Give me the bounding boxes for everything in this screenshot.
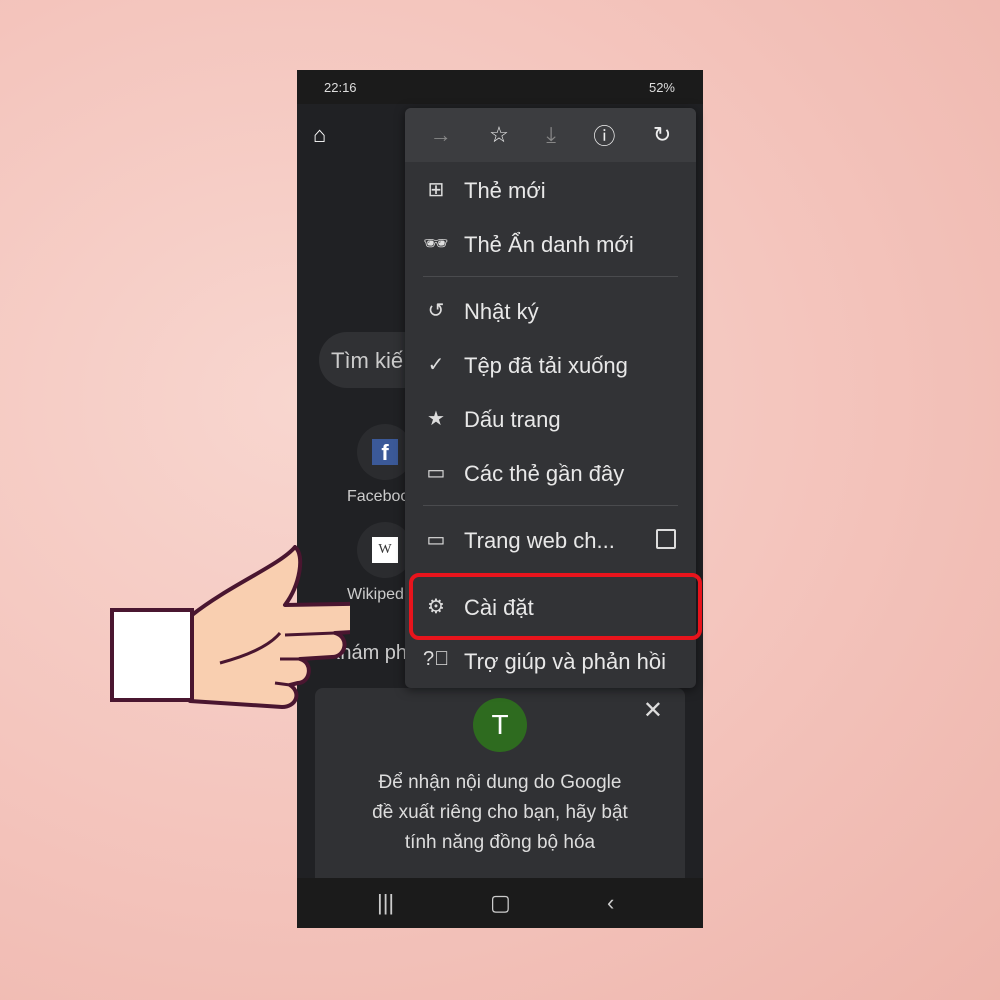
recents-icon[interactable]: ||| [377, 890, 394, 916]
menu-item-new-tab[interactable]: ⊞ Thẻ mới [405, 163, 696, 217]
reload-icon[interactable]: ↻ [653, 122, 671, 148]
downloads-icon: ✓ [427, 354, 445, 376]
menu-item-help[interactable]: ?⃝ Trợ giúp và phản hồi [405, 634, 696, 688]
sync-text-line: Để nhận nội dung do Google [378, 772, 622, 793]
sync-text-line: tính năng đồng bộ hóa [404, 832, 596, 853]
desktop-icon: ▭ [426, 529, 446, 551]
help-icon: ?⃝ [423, 648, 450, 670]
divider [423, 276, 678, 277]
home-nav-icon[interactable]: ▢ [490, 890, 511, 916]
bookmark-star-icon: ★ [427, 408, 445, 430]
shortcut-label: Faceboo [347, 488, 410, 505]
menu-item-history[interactable]: ↺ Nhật ký [405, 284, 696, 338]
close-icon[interactable]: ✕ [643, 696, 663, 725]
info-icon[interactable]: ⓘ [593, 119, 615, 151]
menu-item-label: Dấu trang [464, 407, 561, 432]
navigation-bar: ||| ▢ ‹ [297, 878, 703, 928]
pointing-hand-illustration [110, 545, 350, 709]
shortcut-label: Wikiped [347, 586, 404, 603]
menu-item-label: Tệp đã tải xuống [464, 353, 628, 378]
status-time: 22:16 [324, 80, 357, 95]
star-icon[interactable]: ☆ [489, 122, 509, 148]
battery-level: 52% [648, 80, 675, 95]
sync-text: Để nhận nội dung do Google đề xuất riêng… [315, 768, 685, 858]
avatar: T [473, 698, 527, 752]
status-bar: 22:16 52% [297, 70, 703, 104]
incognito-icon: 🕶 [423, 233, 449, 255]
menu-item-incognito[interactable]: 🕶 Thẻ Ẩn danh mới [405, 217, 696, 271]
desktop-site-checkbox[interactable] [656, 529, 676, 549]
forward-icon[interactable]: → [430, 122, 452, 148]
back-icon[interactable]: ‹ [607, 890, 614, 916]
menu-item-desktop-site[interactable]: ▭ Trang web ch... [405, 513, 696, 567]
download-icon[interactable]: ⤓ [546, 122, 556, 148]
menu-item-bookmarks[interactable]: ★ Dấu trang [405, 392, 696, 446]
menu-item-label: Thẻ mới [464, 178, 546, 203]
new-tab-icon: ⊞ [427, 179, 445, 201]
home-icon[interactable]: ⌂ [313, 122, 326, 148]
sync-text-line: đề xuất riêng cho bạn, hãy bật [372, 802, 628, 823]
sync-card: T ✕ Để nhận nội dung do Google đề xuất r… [315, 688, 685, 908]
menu-item-downloads[interactable]: ✓ Tệp đã tải xuống [405, 338, 696, 392]
menu-item-label: Thẻ Ẩn danh mới [464, 232, 634, 257]
divider [423, 505, 678, 506]
menu-item-label: Trang web ch... [464, 528, 615, 553]
recent-tabs-icon: ▭ [426, 462, 446, 484]
menu-item-label: Trợ giúp và phản hồi [464, 649, 666, 674]
history-icon: ↺ [427, 300, 445, 322]
menu-item-label: Nhật ký [464, 299, 539, 324]
menu-item-label: Các thẻ gần đây [464, 461, 625, 486]
menu-toolbar: → ☆ ⤓ ⓘ ↻ [405, 108, 696, 162]
settings-highlight-box [409, 573, 702, 640]
menu-item-recent-tabs[interactable]: ▭ Các thẻ gần đây [405, 446, 696, 500]
wikipedia-icon: W [372, 537, 398, 563]
facebook-icon: f [372, 439, 398, 465]
